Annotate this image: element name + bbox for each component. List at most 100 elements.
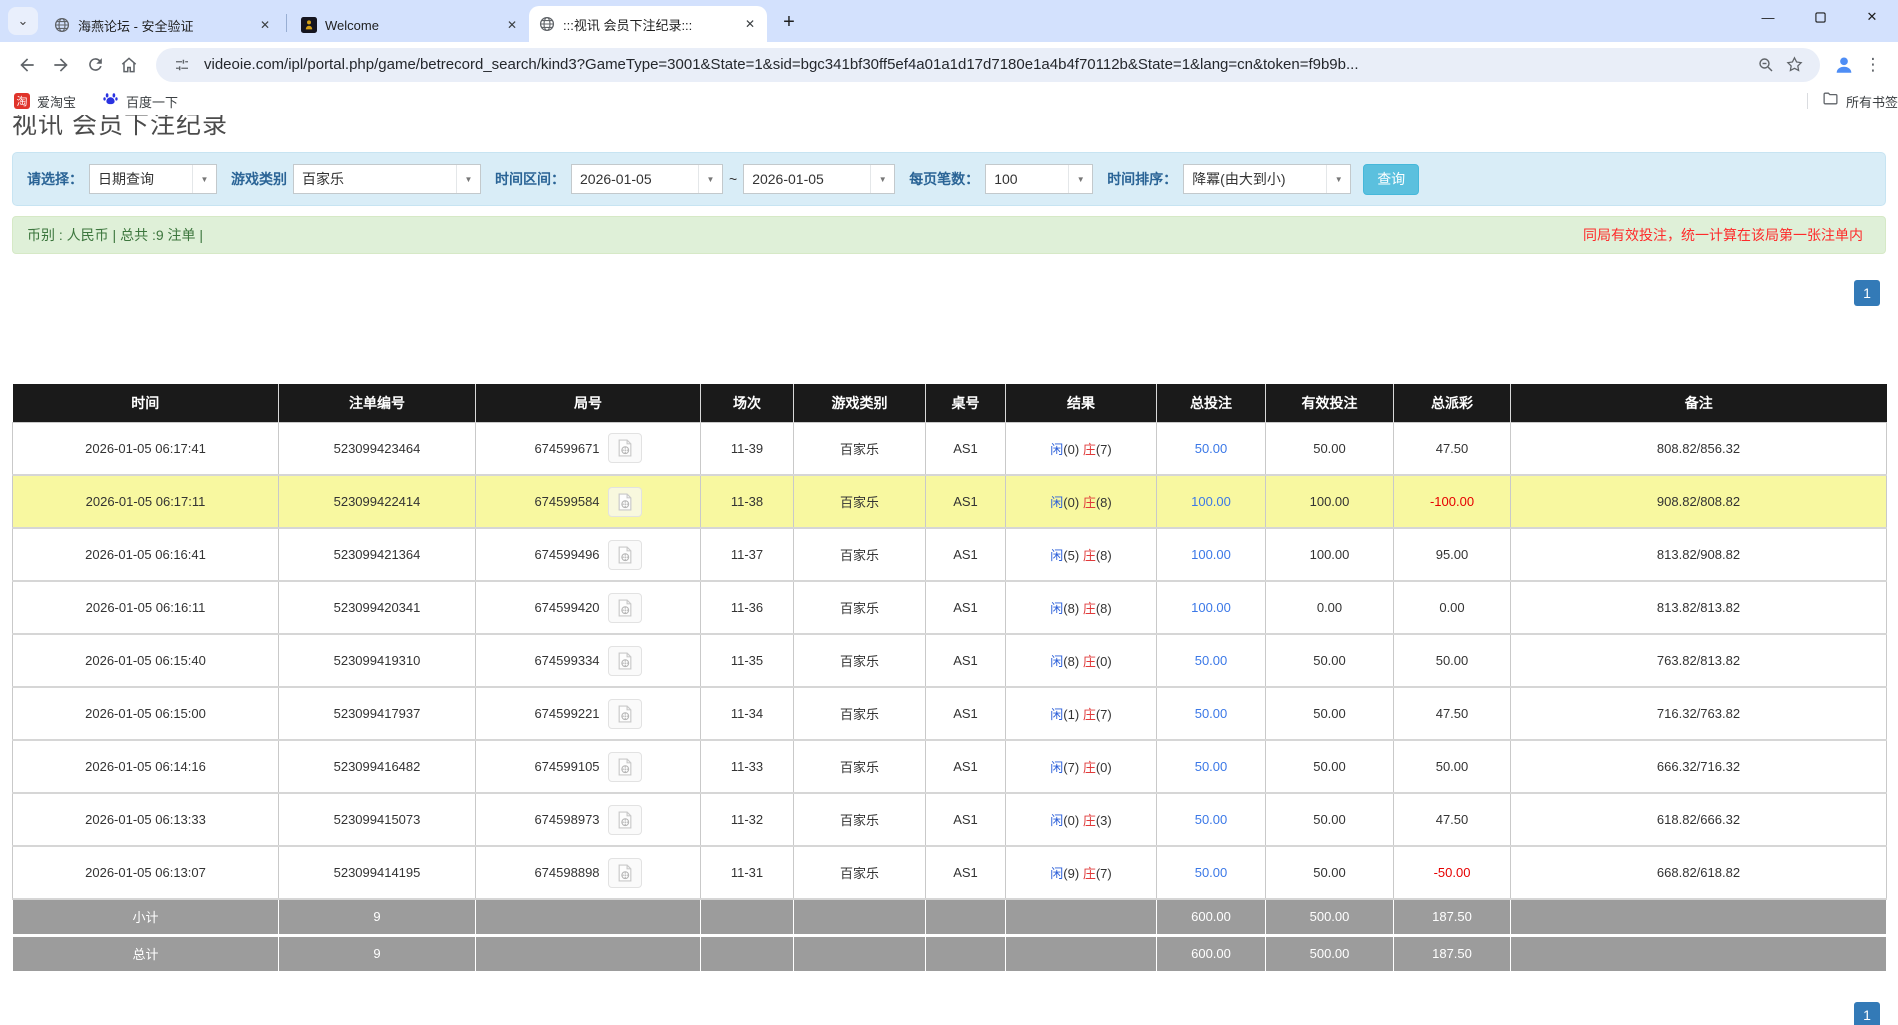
cell-table-number: AS1 (926, 581, 1006, 634)
currency-summary: 币别 : 人民币 | 总共 :9 注单 | (27, 225, 203, 245)
cell-valid-bet: 50.00 (1266, 793, 1394, 846)
close-icon[interactable]: ✕ (503, 16, 521, 34)
cell-table-number: AS1 (926, 793, 1006, 846)
table-header: 时间注单编号局号场次游戏类别桌号结果总投注有效投注总派彩备注 (13, 384, 1887, 422)
page-size-select[interactable]: 100 ▼ (985, 164, 1093, 194)
cell-game-type: 百家乐 (794, 422, 926, 475)
chevron-down-icon[interactable]: ▼ (456, 165, 480, 193)
cell-game-type: 百家乐 (794, 475, 926, 528)
browser-menu-icon[interactable]: ⋮ (1858, 55, 1888, 75)
result-banker-score: (7) (1096, 866, 1112, 881)
site-settings-tune-icon[interactable] (168, 51, 196, 79)
folder-icon (1822, 90, 1839, 112)
address-bar[interactable]: videoie.com/ipl/portal.php/game/betrecor… (156, 48, 1820, 82)
chevron-down-icon[interactable]: ▼ (192, 165, 216, 193)
forward-button[interactable] (44, 48, 78, 82)
video-replay-button[interactable] (608, 699, 642, 729)
tab-betting-records-active[interactable]: :::视讯 会员下注纪录::: ✕ (529, 6, 767, 42)
cell-total-bet-link[interactable]: 100.00 (1157, 581, 1266, 634)
sort-order-select[interactable]: 降冪(由大到小) ▼ (1183, 164, 1351, 194)
minimize-button[interactable]: — (1742, 0, 1794, 34)
cell-table-number: AS1 (926, 528, 1006, 581)
cell-total-bet-link[interactable]: 50.00 (1157, 793, 1266, 846)
search-button[interactable]: 查询 (1363, 164, 1419, 195)
cell-time: 2026-01-05 06:15:00 (13, 687, 279, 740)
chevron-down-icon[interactable]: ▼ (698, 165, 722, 193)
cell-session: 11-33 (701, 740, 794, 793)
game-type-select[interactable]: 百家乐 ▼ (293, 164, 481, 194)
round-number: 674599496 (534, 547, 599, 562)
close-window-button[interactable]: ✕ (1846, 0, 1898, 34)
cell-time: 2026-01-05 06:13:07 (13, 846, 279, 899)
table-row: 2026-01-05 06:17:41 523099423464 6745996… (13, 422, 1887, 475)
cell-total-bet-link[interactable]: 50.00 (1157, 740, 1266, 793)
table-row: 2026-01-05 06:16:11 523099420341 6745994… (13, 581, 1887, 634)
cell-round-number: 674599420 (476, 581, 701, 634)
all-bookmarks[interactable]: 所有书签 (1807, 90, 1898, 112)
cell-total-bet-link[interactable]: 50.00 (1157, 422, 1266, 475)
profile-avatar[interactable] (1830, 51, 1858, 79)
reload-button[interactable] (78, 48, 112, 82)
subtotal-row: 小计 9 600.00 500.00 187.50 (13, 899, 1887, 935)
cell-table-number: AS1 (926, 740, 1006, 793)
close-icon[interactable]: ✕ (256, 16, 274, 34)
cell-total-bet-link[interactable]: 50.00 (1157, 846, 1266, 899)
cell-payout: 0.00 (1394, 581, 1511, 634)
bookmark-star-icon[interactable] (1780, 51, 1808, 79)
bookmark-baidu[interactable]: 百度一下 (102, 90, 178, 112)
video-replay-button[interactable] (608, 752, 642, 782)
cell-total-bet-link[interactable]: 100.00 (1157, 475, 1266, 528)
new-tab-button[interactable]: + (775, 8, 803, 36)
cell-time: 2026-01-05 06:16:11 (13, 581, 279, 634)
page-1-button[interactable]: 1 (1854, 1002, 1880, 1025)
result-player-score: (0) (1063, 813, 1079, 828)
tab-search-button[interactable]: ⌄ (8, 7, 38, 35)
footer-total-bet: 600.00 (1157, 899, 1266, 935)
chevron-down-icon[interactable]: ▼ (1068, 165, 1092, 193)
video-replay-button[interactable] (608, 646, 642, 676)
bookmark-taobao[interactable]: 淘 爱淘宝 (14, 92, 76, 111)
cell-total-bet-link[interactable]: 50.00 (1157, 634, 1266, 687)
footer-valid-bet: 500.00 (1266, 899, 1394, 935)
cell-time: 2026-01-05 06:15:40 (13, 634, 279, 687)
video-replay-button[interactable] (608, 433, 642, 463)
cell-result: 闲(9) 庄(7) (1006, 846, 1157, 899)
tab-haiyan-forum[interactable]: 海燕论坛 - 安全验证 ✕ (44, 8, 282, 42)
cell-valid-bet: 100.00 (1266, 475, 1394, 528)
result-banker: 庄 (1083, 760, 1096, 775)
round-number: 674598973 (534, 812, 599, 827)
cell-total-bet-link[interactable]: 50.00 (1157, 687, 1266, 740)
valid-bet-notice: 同局有效投注，统一计算在该局第一张注单内 (1583, 225, 1871, 245)
cell-result: 闲(8) 庄(8) (1006, 581, 1157, 634)
footer-count: 9 (279, 899, 476, 935)
cell-session: 11-34 (701, 687, 794, 740)
video-replay-button[interactable] (608, 540, 642, 570)
video-replay-button[interactable] (608, 487, 642, 517)
query-mode-select[interactable]: 日期查询 ▼ (89, 164, 217, 194)
page-1-button[interactable]: 1 (1854, 280, 1880, 306)
cell-session: 11-37 (701, 528, 794, 581)
chevron-down-icon[interactable]: ▼ (1326, 165, 1350, 193)
maximize-button[interactable] (1794, 0, 1846, 34)
url-text[interactable]: videoie.com/ipl/portal.php/game/betrecor… (204, 56, 1742, 73)
cell-total-bet-link[interactable]: 100.00 (1157, 528, 1266, 581)
table-row: 2026-01-05 06:13:33 523099415073 6745989… (13, 793, 1887, 846)
result-player: 闲 (1050, 442, 1063, 457)
video-replay-button[interactable] (608, 858, 642, 888)
home-button[interactable] (112, 48, 146, 82)
result-banker-score: (3) (1096, 813, 1112, 828)
zoom-icon[interactable] (1752, 51, 1780, 79)
column-header: 时间 (13, 384, 279, 422)
cell-result: 闲(0) 庄(3) (1006, 793, 1157, 846)
date-to-select[interactable]: 2026-01-05 ▼ (743, 164, 895, 194)
tab-welcome[interactable]: Welcome ✕ (291, 8, 529, 42)
video-replay-button[interactable] (608, 593, 642, 623)
taobao-icon: 淘 (14, 93, 30, 109)
video-replay-button[interactable] (608, 805, 642, 835)
date-from-select[interactable]: 2026-01-05 ▼ (571, 164, 723, 194)
cell-session: 11-32 (701, 793, 794, 846)
close-icon[interactable]: ✕ (741, 15, 759, 33)
chevron-down-icon[interactable]: ▼ (870, 165, 894, 193)
back-button[interactable] (10, 48, 44, 82)
result-banker: 庄 (1083, 866, 1096, 881)
